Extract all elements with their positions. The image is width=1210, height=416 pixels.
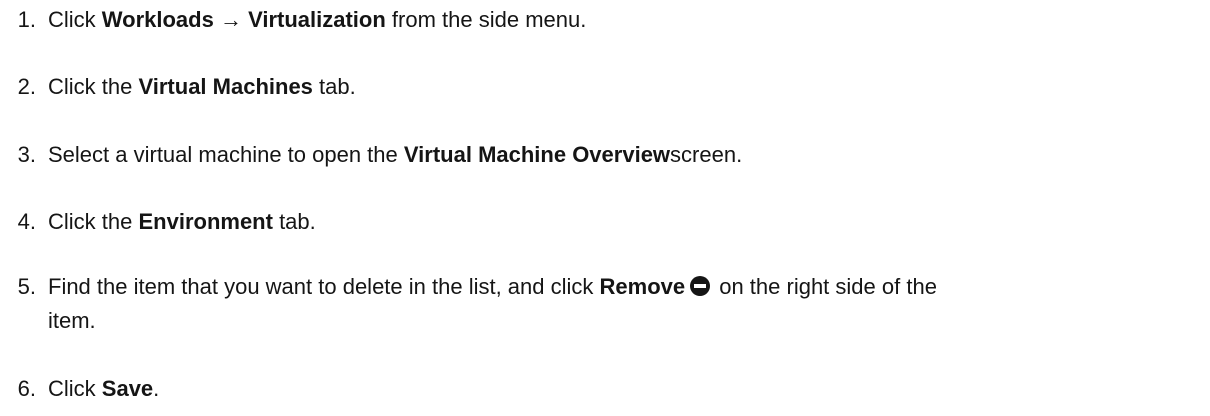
step-number: 1. [17,7,36,32]
step-number: 6. [17,376,36,401]
step-number: 5. [17,274,36,299]
step-text: Click the Environment tab. [48,209,316,234]
button-name: Save [101,376,154,401]
tab-name: Environment [138,209,273,234]
step-number: 3. [17,142,36,167]
step-2: 2. Click the Virtual Machines tab. [0,70,1188,104]
step-text: Click Save. [48,376,160,401]
step-1: 1. Click Workloads → Virtualization from… [0,3,1188,37]
step-5: 5. Find the item that you want to delete… [0,270,1188,338]
step-text: Find the item that you want to delete in… [48,274,937,333]
step-6: 6. Click Save. [0,372,1188,406]
step-text: Select a virtual machine to open the Vir… [48,142,743,167]
button-name: Remove [599,274,686,299]
step-text: Click Workloads → Virtualization from th… [48,7,587,32]
screen-name: Virtual Machine Overview [403,142,671,167]
step-4: 4. Click the Environment tab. [0,205,1188,239]
step-3: 3. Select a virtual machine to open the … [0,138,1188,172]
step-number: 2. [17,74,36,99]
menu-path: Workloads → Virtualization [101,7,386,32]
remove-circle-icon [690,276,711,296]
step-text: Click the Virtual Machines tab. [48,74,356,99]
tab-name: Virtual Machines [138,74,313,99]
procedure-steps: 1. Click Workloads → Virtualization from… [0,0,1210,416]
step-number: 4. [17,209,36,234]
